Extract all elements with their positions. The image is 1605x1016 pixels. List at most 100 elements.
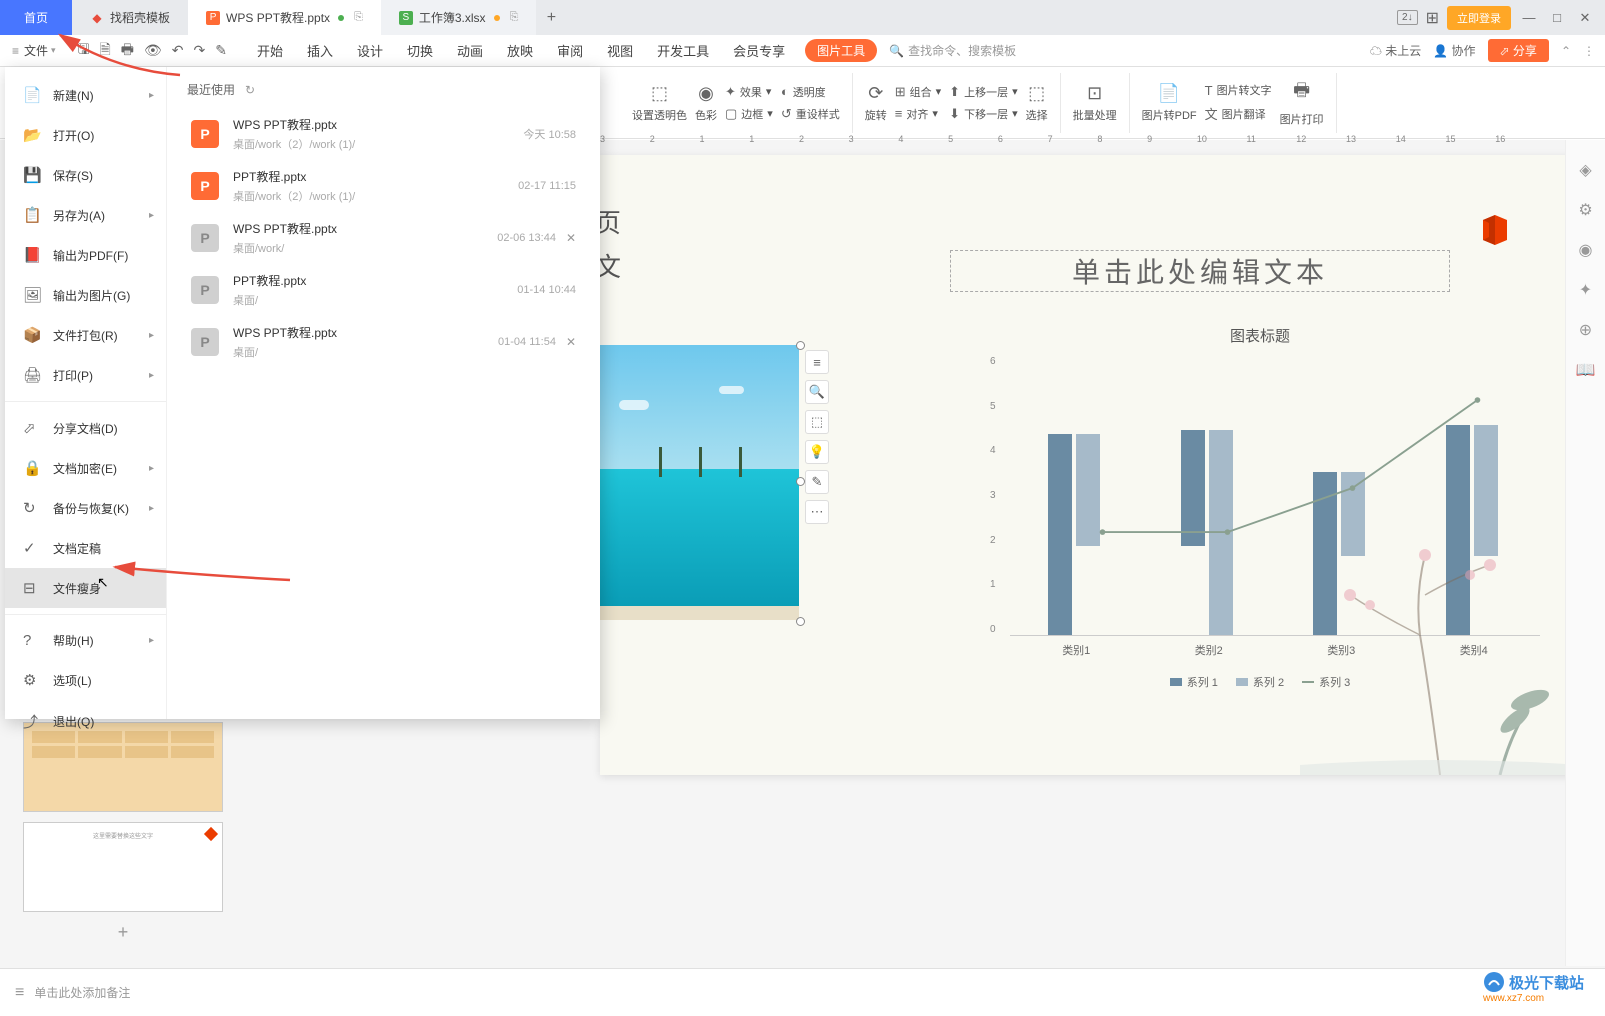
menu-new[interactable]: 📄新建(N)▸ — [5, 75, 166, 115]
search-area[interactable]: 🔍 查找命令、搜索模板 — [889, 42, 1016, 59]
menu-print[interactable]: 🖨打印(P)▸ — [5, 355, 166, 395]
menu-save-as[interactable]: 📋另存为(A)▸ — [5, 195, 166, 235]
recent-file-item[interactable]: P PPT教程.pptx 桌面/ 01-14 10:44 — [187, 264, 580, 316]
brush-icon[interactable]: ✎ — [215, 42, 227, 59]
to-pdf-button[interactable]: 📄图片转PDF — [1142, 83, 1197, 123]
transparency-button[interactable]: ◐透明度 — [781, 84, 840, 100]
more-icon[interactable]: ⋯ — [805, 500, 829, 524]
minimize-button[interactable]: — — [1519, 10, 1539, 25]
tab-animation[interactable]: 动画 — [457, 41, 483, 60]
theme-icon[interactable]: ◉ — [1579, 240, 1593, 260]
recent-file-item[interactable]: P WPS PPT教程.pptx 桌面/work（2）/work (1)/ 今天… — [187, 108, 580, 160]
menu-finalize[interactable]: ✓文档定稿 — [5, 528, 166, 568]
tab-review[interactable]: 审阅 — [557, 41, 583, 60]
crop-icon[interactable]: ⬚ — [805, 410, 829, 434]
tab-design[interactable]: 设计 — [357, 41, 383, 60]
select-button[interactable]: ⬚选择 — [1026, 83, 1048, 123]
title-placeholder[interactable]: 单击此处编辑文本 — [950, 250, 1450, 292]
close-icon[interactable]: ✕ — [566, 231, 576, 245]
animation-icon[interactable]: ✦ — [1579, 280, 1592, 300]
effect-button[interactable]: ✦效果 ▾ — [725, 84, 773, 100]
menu-backup[interactable]: ↻备份与恢复(K)▸ — [5, 488, 166, 528]
coop-button[interactable]: 👤 协作 — [1433, 42, 1475, 59]
file-menu-button[interactable]: ≡ 文件 ▾ — [0, 35, 68, 67]
tab-dev[interactable]: 开发工具 — [657, 41, 709, 60]
zoom-icon[interactable]: 🔍 — [805, 380, 829, 404]
more-icon[interactable]: ⋮ — [1583, 44, 1595, 58]
selection-handle[interactable] — [796, 341, 805, 350]
add-slide-button[interactable]: + — [23, 922, 223, 952]
rotate-button[interactable]: ⟳旋转 — [865, 83, 887, 123]
collapse-ribbon-icon[interactable]: ⌃ — [1561, 44, 1571, 58]
save-as-icon[interactable]: 🗎 — [100, 39, 111, 63]
tab-xlsx[interactable]: S 工作簿3.xlsx ⎘ — [381, 0, 537, 35]
book-icon[interactable]: 📖 — [1576, 360, 1596, 380]
tab-slideshow[interactable]: 放映 — [507, 41, 533, 60]
selection-handle[interactable] — [796, 477, 805, 486]
color-button[interactable]: ◉色彩 — [695, 83, 717, 123]
reset-style-button[interactable]: ↺重设样式 — [781, 106, 840, 122]
to-text-button[interactable]: T图片转文字 — [1205, 82, 1272, 98]
menu-export-img[interactable]: 🖼输出为图片(G) — [5, 275, 166, 315]
menu-encrypt[interactable]: 🔒文档加密(E)▸ — [5, 448, 166, 488]
beach-image[interactable] — [600, 345, 799, 620]
refresh-icon[interactable]: ↻ — [245, 83, 255, 97]
tab-view[interactable]: 视图 — [607, 41, 633, 60]
translate-button[interactable]: 文图片翻译 — [1205, 104, 1272, 123]
login-button[interactable]: 立即登录 — [1447, 6, 1511, 30]
close-icon[interactable]: ⎘ — [354, 11, 363, 24]
menu-save[interactable]: 💾保存(S) — [5, 155, 166, 195]
cloud-status[interactable]: ☁ 未上云 — [1370, 42, 1421, 59]
undo-icon[interactable]: ↶ — [172, 42, 184, 59]
transparent-color-button[interactable]: ⬚设置透明色 — [632, 83, 687, 123]
notes-placeholder[interactable]: 单击此处添加备注 — [34, 984, 130, 1001]
tab-vip[interactable]: 会员专享 — [733, 41, 785, 60]
batch-button[interactable]: ⊡批量处理 — [1073, 83, 1117, 123]
selection-handle[interactable] — [796, 617, 805, 626]
edit-icon[interactable]: ✎ — [805, 470, 829, 494]
save-icon[interactable]: 🖫 — [78, 39, 90, 63]
close-button[interactable]: ✕ — [1575, 10, 1595, 26]
layers-icon[interactable]: ≡ — [805, 350, 829, 374]
slide[interactable]: 页 文 单击此处编辑文本 ≡ 🔍 ⬚ — [600, 155, 1580, 775]
image-print-button[interactable]: 🖶图片打印 — [1280, 78, 1324, 127]
preview-icon[interactable]: 👁 — [144, 42, 162, 59]
menu-open[interactable]: 📂打开(O) — [5, 115, 166, 155]
effects-icon[interactable]: ⊕ — [1579, 320, 1592, 340]
tab-pptx[interactable]: P WPS PPT教程.pptx ⎘ — [188, 0, 381, 35]
close-icon[interactable]: ✕ — [566, 335, 576, 349]
menu-pack[interactable]: 📦文件打包(R)▸ — [5, 315, 166, 355]
menu-export-pdf[interactable]: 📕输出为PDF(F) — [5, 235, 166, 275]
align-button[interactable]: ≡对齐 ▾ — [895, 106, 941, 122]
menu-share[interactable]: ⬀分享文档(D) — [5, 408, 166, 448]
tab-start[interactable]: 开始 — [257, 41, 283, 60]
share-button[interactable]: ⬀ 分享 — [1488, 39, 1549, 62]
border-button[interactable]: ▢边框 ▾ — [725, 106, 773, 122]
redo-icon[interactable]: ↷ — [194, 42, 206, 59]
bulb-icon[interactable]: 💡 — [805, 440, 829, 464]
tab-insert[interactable]: 插入 — [307, 41, 333, 60]
diamond-icon[interactable]: ◈ — [1579, 160, 1591, 180]
slide-thumb[interactable]: 这里需要替换这些文字 — [23, 822, 223, 912]
settings-icon[interactable]: ⚙ — [1578, 200, 1592, 220]
menu-exit[interactable]: ⤴退出(Q) — [5, 700, 166, 743]
close-icon[interactable]: ⎘ — [510, 11, 519, 24]
recent-file-item[interactable]: P WPS PPT教程.pptx 桌面/ 01-04 11:54 ✕ — [187, 316, 580, 368]
badge[interactable]: 2↓ — [1397, 10, 1418, 25]
send-backward-button[interactable]: ⬇下移一层 ▾ — [949, 106, 1017, 122]
menu-options[interactable]: ⚙选项(L) — [5, 660, 166, 700]
bring-forward-button[interactable]: ⬆上移一层 ▾ — [949, 84, 1017, 100]
recent-file-item[interactable]: P PPT教程.pptx 桌面/work（2）/work (1)/ 02-17 … — [187, 160, 580, 212]
print-icon[interactable]: 🖶 — [121, 39, 134, 63]
maximize-button[interactable]: □ — [1547, 10, 1567, 25]
recent-file-item[interactable]: P WPS PPT教程.pptx 桌面/work/ 02-06 13:44 ✕ — [187, 212, 580, 264]
apps-icon[interactable]: ⊞ — [1426, 8, 1439, 28]
tab-transition[interactable]: 切换 — [407, 41, 433, 60]
menu-slim[interactable]: ⊟文件瘦身 — [5, 568, 166, 608]
group-button[interactable]: ⊞组合 ▾ — [895, 84, 941, 100]
tab-home[interactable]: 首页 — [0, 0, 72, 35]
add-tab[interactable]: + — [536, 9, 566, 27]
tab-template[interactable]: ◆ 找稻壳模板 — [72, 0, 188, 35]
menu-help[interactable]: ?帮助(H)▸ — [5, 621, 166, 660]
picture-tools-tab[interactable]: 图片工具 — [805, 39, 877, 62]
